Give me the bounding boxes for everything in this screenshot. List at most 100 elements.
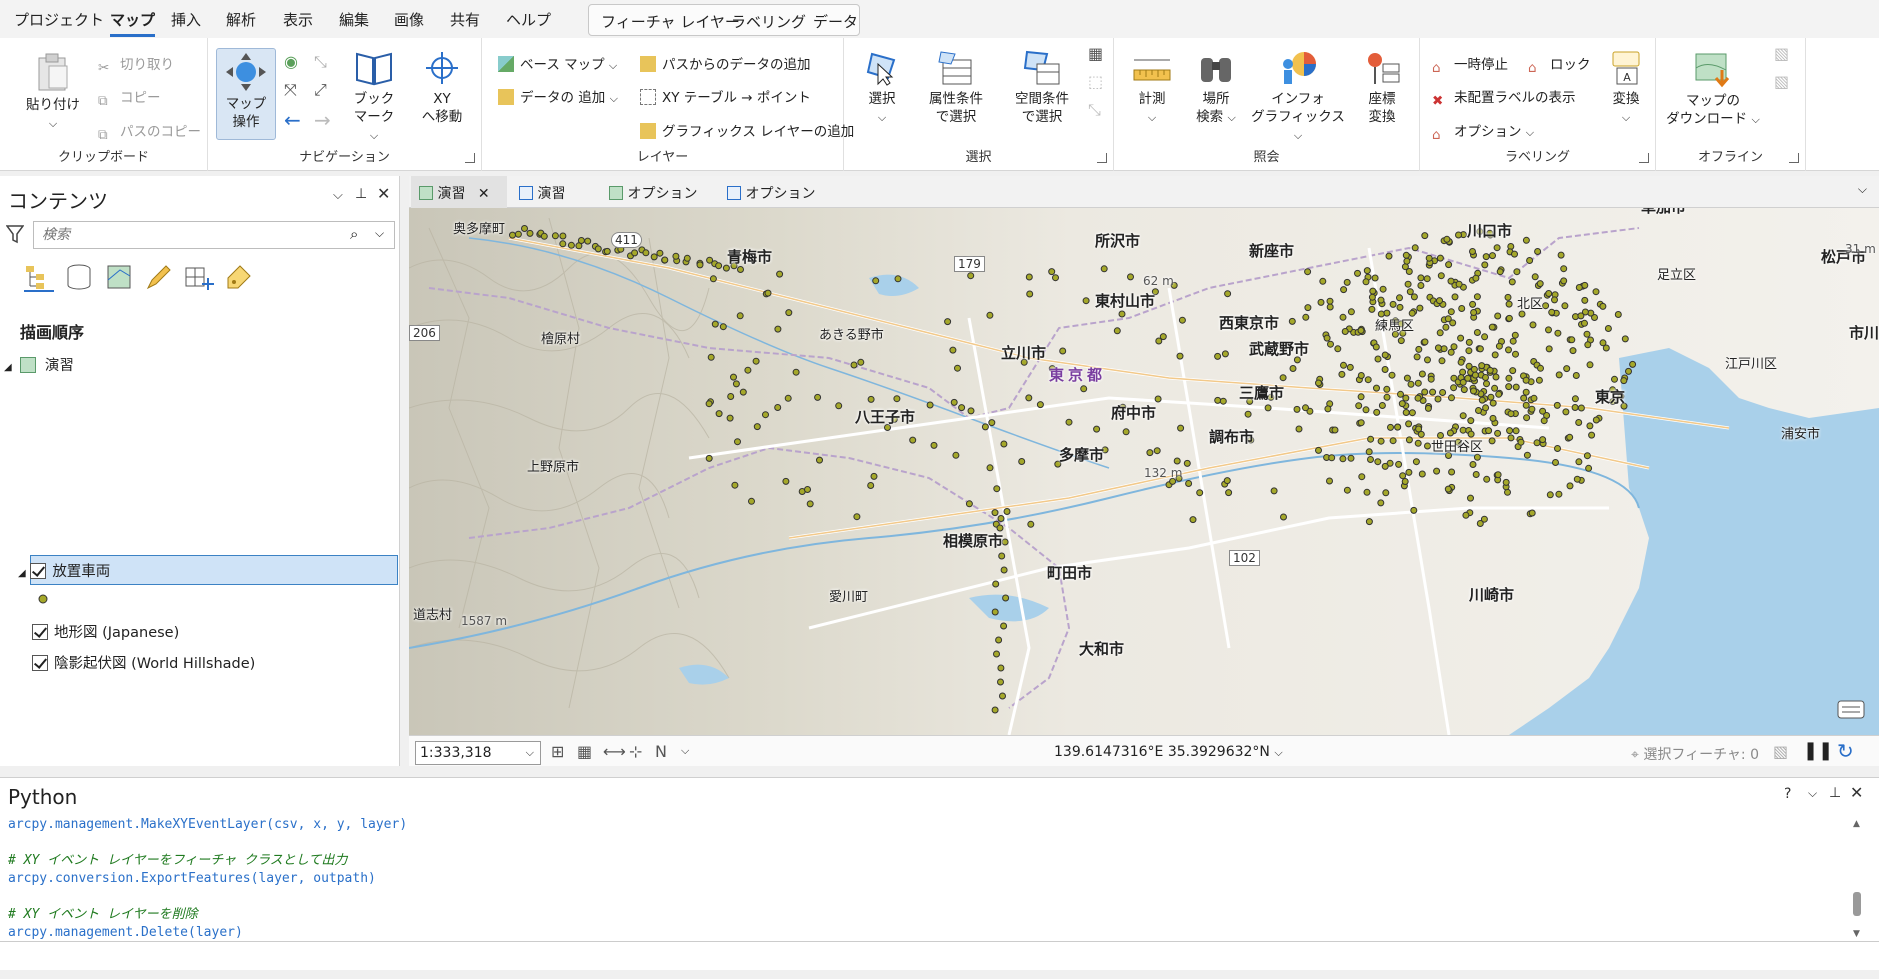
paste-button[interactable]: 貼り付け ⌵ bbox=[18, 52, 88, 133]
collapse-icon[interactable]: ◢ bbox=[4, 362, 12, 373]
list-by-labeling-icon[interactable] bbox=[224, 262, 254, 292]
select-by-location-button[interactable]: 空間条件 で選択 bbox=[1002, 50, 1082, 126]
refresh-icon[interactable]: ▧ bbox=[1773, 742, 1788, 761]
menu-tab-labeling[interactable]: ラベリング bbox=[731, 11, 806, 32]
layer-item-hillshade[interactable]: 陰影起伏図 (World Hillshade) bbox=[32, 652, 255, 673]
pin-icon[interactable]: ⊥ bbox=[1829, 785, 1841, 801]
labeling-options-button[interactable]: ⌂ オプション ⌵ bbox=[1432, 120, 1534, 143]
python-transcript[interactable]: arcpy.management.MakeXYEventLayer(csv, x… bbox=[8, 816, 1848, 941]
xy-table-button[interactable]: XY テーブル → ポイント bbox=[640, 86, 811, 106]
add-data-button[interactable]: データの 追加 ⌵ bbox=[498, 86, 618, 106]
tabs-overflow-icon[interactable]: ⌵ bbox=[1858, 182, 1867, 197]
copy-path-button[interactable]: ⧉ パスのコピー bbox=[98, 120, 201, 143]
search-input[interactable] bbox=[34, 222, 334, 248]
fixed-zoom-out-icon[interactable]: ⤢ bbox=[314, 80, 327, 100]
search-icon[interactable]: ⌕ bbox=[350, 225, 358, 243]
filter-icon[interactable] bbox=[6, 224, 24, 244]
tab-options-1[interactable]: オプション bbox=[601, 176, 701, 208]
refresh-drawing-icon[interactable]: ↻ bbox=[1837, 739, 1854, 763]
tab-map-active[interactable]: 演習 ✕ bbox=[411, 176, 507, 208]
list-by-drawing-order-icon[interactable] bbox=[24, 262, 54, 292]
menu-tab-map[interactable]: マップ bbox=[110, 9, 156, 37]
menu-tab-imagery[interactable]: 画像 bbox=[394, 9, 424, 30]
help-icon[interactable]: ? bbox=[1784, 786, 1791, 802]
fixed-zoom-in-icon[interactable]: ⤧ bbox=[284, 80, 297, 100]
pin-icon[interactable]: ⊥ bbox=[355, 186, 367, 202]
map-canvas[interactable]: 奥多摩町 青梅市 所沢市 新座市 川口市 草加市 松戸市 足立区 北区 東村山市… bbox=[409, 208, 1879, 735]
basemap-button[interactable]: ベース マップ ⌵ bbox=[498, 53, 617, 73]
layer-visibility-checkbox[interactable] bbox=[30, 563, 47, 579]
table-icon[interactable]: ▦ bbox=[577, 742, 592, 761]
menu-tab-edit[interactable]: 編集 bbox=[339, 9, 369, 30]
layer-visibility-checkbox[interactable] bbox=[32, 655, 48, 671]
pane-menu-icon[interactable]: ⌵ bbox=[333, 188, 343, 203]
north-icon[interactable]: N bbox=[655, 742, 667, 761]
map-toolbar-icon[interactable] bbox=[1837, 698, 1865, 720]
menu-tab-analysis[interactable]: 解析 bbox=[226, 9, 256, 30]
remove-offline-icon[interactable]: ▧ bbox=[1774, 72, 1789, 91]
close-icon[interactable]: ✕ bbox=[377, 184, 390, 203]
pause-labeling-button[interactable]: ⌂ 一時停止 bbox=[1432, 53, 1508, 76]
convert-coordinates-button[interactable]: 座標 変換 bbox=[1352, 50, 1412, 126]
view-unplaced-button[interactable]: ✖ 未配置ラベルの表示 bbox=[1432, 86, 1576, 109]
clear-selection-icon[interactable]: ⬚ bbox=[1088, 72, 1103, 91]
full-extent-icon[interactable]: ◉ bbox=[284, 52, 298, 71]
selection-launcher-icon[interactable] bbox=[1097, 153, 1107, 163]
python-scrollbar[interactable]: ▲▼ bbox=[1850, 816, 1864, 938]
zoom-selection-icon[interactable]: ⤡ bbox=[314, 52, 327, 72]
layer-item-abandoned-vehicles[interactable]: ◢ 放置車両 bbox=[18, 560, 110, 581]
select-by-attributes-button[interactable]: 属性条件 で選択 bbox=[916, 50, 996, 126]
menu-tab-project[interactable]: プロジェクト bbox=[14, 9, 104, 30]
offline-launcher-icon[interactable] bbox=[1789, 153, 1799, 163]
pause-drawing-icon[interactable]: ❚❚ bbox=[1803, 740, 1833, 761]
measure-button[interactable]: 計測 ⌵ bbox=[1124, 50, 1180, 127]
previous-extent-icon[interactable]: ← bbox=[284, 108, 301, 132]
close-icon[interactable]: ✕ bbox=[478, 186, 490, 202]
menu-tab-help[interactable]: ヘルプ bbox=[506, 9, 551, 30]
map-tree-item[interactable]: ◢ 演習 bbox=[4, 354, 74, 375]
scale-icon[interactable]: ⟷ bbox=[603, 742, 626, 761]
grid-add-icon[interactable]: ⊞ bbox=[551, 742, 564, 761]
expand-icon[interactable]: ◢ bbox=[18, 568, 26, 579]
list-by-editing-icon[interactable] bbox=[144, 262, 174, 292]
layer-visibility-checkbox[interactable] bbox=[32, 624, 48, 640]
list-by-source-icon[interactable] bbox=[64, 262, 94, 292]
goto-xy-button[interactable]: XY へ移動 bbox=[412, 50, 472, 126]
navigation-launcher-icon[interactable] bbox=[465, 153, 475, 163]
chevron-down-icon[interactable]: ⌵ bbox=[1274, 746, 1282, 759]
infographics-button[interactable]: インフォ グラフィックス ⌵ bbox=[1248, 50, 1348, 145]
lock-labels-button[interactable]: ⌂ ロック bbox=[1528, 53, 1591, 76]
list-by-snapping-icon[interactable] bbox=[184, 262, 214, 292]
labeling-launcher-icon[interactable] bbox=[1639, 153, 1649, 163]
attributes-icon[interactable]: ▦ bbox=[1088, 44, 1103, 63]
search-dropdown-icon[interactable]: ⌵ bbox=[375, 226, 384, 241]
list-by-selection-icon[interactable] bbox=[104, 262, 134, 292]
menu-tab-share[interactable]: 共有 bbox=[450, 9, 480, 30]
add-from-path-button[interactable]: パスからのデータの追加 bbox=[640, 53, 811, 73]
python-input[interactable] bbox=[0, 941, 1879, 970]
sync-icon[interactable]: ▧ bbox=[1774, 44, 1789, 63]
menu-tab-insert[interactable]: 挿入 bbox=[171, 9, 201, 30]
tab-options-2[interactable]: オプション bbox=[719, 176, 819, 208]
next-extent-icon[interactable]: → bbox=[314, 108, 331, 132]
copy-button[interactable]: ⧉ コピー bbox=[98, 86, 161, 109]
menu-tab-feature-layer[interactable]: フィーチャ レイヤー bbox=[601, 11, 740, 32]
bookmark-button[interactable]: ブック マーク ⌵ bbox=[344, 50, 404, 145]
menu-tab-view[interactable]: 表示 bbox=[283, 9, 313, 30]
close-icon[interactable]: ✕ bbox=[1850, 783, 1863, 802]
pane-menu-icon[interactable]: ⌵ bbox=[1808, 786, 1817, 801]
convert-labels-button[interactable]: A 変換 ⌵ bbox=[1600, 48, 1652, 127]
layer-item-topographic[interactable]: 地形図 (Japanese) bbox=[32, 621, 179, 642]
menu-tab-data[interactable]: データ bbox=[813, 11, 858, 32]
cut-button[interactable]: ✂ 切り取り bbox=[98, 53, 174, 76]
zoom-to-selection-icon[interactable]: ⤡ bbox=[1088, 100, 1101, 120]
chevron-down-icon[interactable]: ⌵ bbox=[681, 744, 689, 758]
add-graphics-layer-button[interactable]: グラフィックス レイヤーの追加 bbox=[640, 120, 854, 140]
tab-layout[interactable]: 演習 bbox=[511, 176, 591, 208]
snapping-icon[interactable]: ⊹ bbox=[629, 742, 642, 761]
select-button[interactable]: 選択 ⌵ bbox=[854, 50, 910, 127]
locate-button[interactable]: 場所 検索 ⌵ bbox=[1188, 50, 1244, 127]
scale-selector[interactable]: 1:333,318 ⌵ bbox=[415, 741, 541, 765]
explore-button[interactable]: マップ 操作 bbox=[216, 48, 276, 140]
download-map-button[interactable]: マップの ダウンロード ⌵ bbox=[1660, 50, 1766, 129]
